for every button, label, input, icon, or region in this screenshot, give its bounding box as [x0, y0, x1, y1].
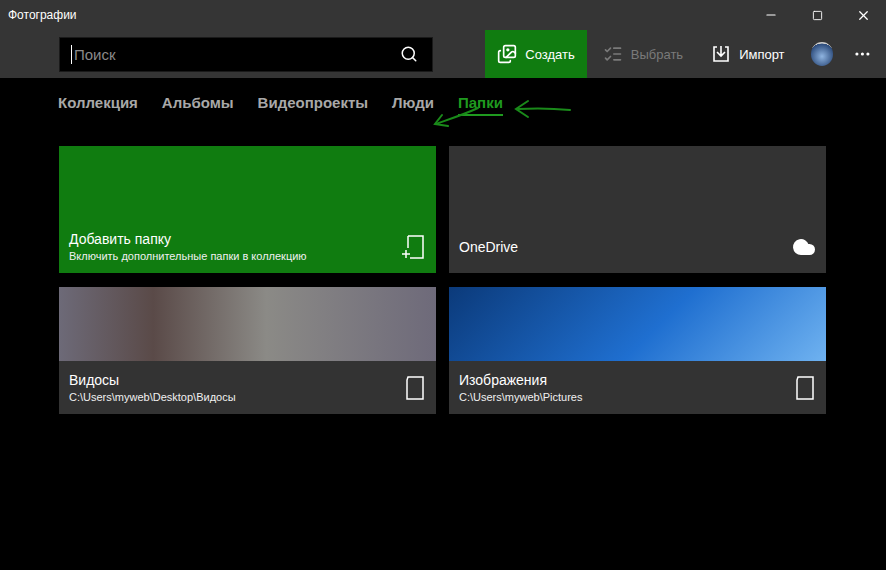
import-icon — [711, 44, 731, 64]
tile-subtitle: C:\Users\myweb\Pictures — [459, 391, 582, 403]
tile-label: Изображения C:\Users\myweb\Pictures — [449, 361, 826, 414]
tile-label: Добавить папку Включить дополнительные па… — [59, 220, 436, 273]
folder-tile[interactable]: OneDrive — [449, 146, 826, 273]
tab[interactable]: Папки — [458, 94, 503, 116]
tile-texts: Видосы C:\Users\myweb\Desktop\Видосы — [69, 372, 236, 403]
tab[interactable]: Видеопроекты — [258, 94, 368, 116]
tab[interactable]: Люди — [392, 94, 434, 116]
tile-title: OneDrive — [459, 239, 518, 255]
folder-icon — [404, 375, 426, 401]
folder-tile[interactable]: Добавить папку Включить дополнительные па… — [59, 146, 436, 273]
maximize-icon — [812, 10, 823, 21]
search-icon[interactable] — [400, 45, 418, 63]
toolbar: СоздатьВыбратьИмпорт — [0, 30, 886, 78]
search-input[interactable] — [71, 45, 400, 64]
annotation-arrows-icon — [430, 86, 580, 136]
tile-subtitle: C:\Users\myweb\Desktop\Видосы — [69, 391, 236, 403]
title-bar: Фотографии — [0, 0, 886, 30]
tab[interactable]: Альбомы — [162, 94, 234, 116]
minimize-button[interactable] — [748, 0, 794, 30]
create-icon — [497, 44, 517, 64]
create-button[interactable]: Создать — [485, 30, 586, 78]
photos-window: Фотографии СоздатьВыбратьИмпорт Коллекция А… — [0, 0, 886, 570]
tile-texts: OneDrive — [459, 239, 518, 255]
account-avatar[interactable] — [811, 42, 834, 66]
minimize-icon — [764, 8, 778, 22]
close-button[interactable] — [840, 0, 886, 30]
folder-tile[interactable]: Изображения C:\Users\myweb\Pictures — [449, 287, 826, 414]
folder-tile[interactable]: Видосы C:\Users\myweb\Desktop\Видосы — [59, 287, 436, 414]
folder-grid: Добавить папку Включить дополнительные па… — [0, 146, 886, 414]
tab[interactable]: Коллекция — [58, 94, 138, 116]
more-icon[interactable] — [853, 44, 872, 64]
tile-title: Изображения — [459, 372, 582, 388]
window-controls — [748, 0, 886, 30]
close-icon — [856, 8, 871, 23]
cloud-icon — [792, 235, 816, 259]
add-folder-icon — [400, 234, 426, 260]
tile-subtitle: Включить дополнительные папки в коллекци… — [69, 250, 307, 262]
tile-label: OneDrive — [449, 220, 826, 273]
tile-texts: Добавить папку Включить дополнительные па… — [69, 231, 307, 262]
tab-area: Коллекция Альбомы Видеопроекты Люди Папки — [0, 78, 886, 130]
search-box — [59, 37, 433, 72]
tile-texts: Изображения C:\Users\myweb\Pictures — [459, 372, 582, 403]
select-button: Выбрать — [591, 30, 695, 78]
tile-label: Видосы C:\Users\myweb\Desktop\Видосы — [59, 361, 436, 414]
window-title: Фотографии — [0, 8, 77, 22]
folder-icon — [794, 375, 816, 401]
tile-top — [449, 146, 826, 220]
tile-top — [59, 146, 436, 220]
maximize-button[interactable] — [794, 0, 840, 30]
tile-title: Добавить папку — [69, 231, 307, 247]
folder-preview — [449, 287, 826, 361]
select-icon — [603, 44, 623, 64]
tile-title: Видосы — [69, 372, 236, 388]
tab-bar: Коллекция Альбомы Видеопроекты Люди Папки — [58, 94, 886, 116]
folder-preview — [59, 287, 436, 361]
import-button[interactable]: Импорт — [699, 30, 796, 78]
